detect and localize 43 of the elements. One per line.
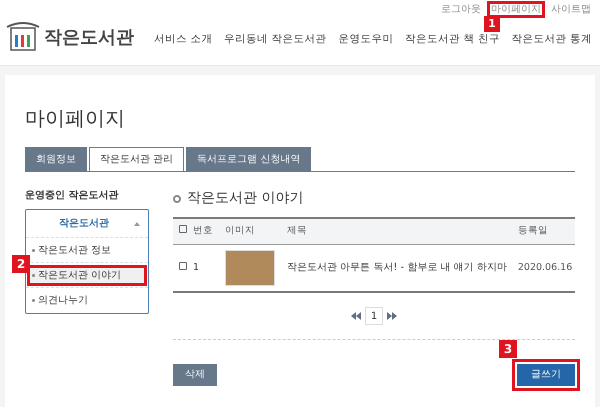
callout-badge: 1 — [484, 16, 500, 32]
last-page-icon[interactable] — [387, 312, 397, 320]
bullet-icon — [32, 299, 35, 302]
checkbox[interactable] — [179, 262, 187, 270]
sidebar-item[interactable]: 작은도서관 정보 — [30, 242, 114, 258]
bullet-icon — [32, 248, 35, 252]
delete-button[interactable]: 삭제 — [173, 364, 217, 386]
column-header: 등록일 — [518, 218, 575, 244]
util-link[interactable]: 로그아웃 — [440, 4, 482, 15]
caret-icon[interactable] — [134, 222, 140, 226]
write-button[interactable]: 글쓰기 — [517, 364, 575, 386]
callout-badge: 2 — [12, 255, 30, 273]
tab[interactable]: 독서프로그램 신청내역 — [186, 147, 312, 171]
sidebar-item[interactable]: 의견나누기 — [30, 293, 90, 308]
logo-text: 작은도서관 — [44, 26, 134, 50]
page-title: 마이페이지 — [25, 105, 126, 132]
nav-link[interactable]: 서비스 소개 — [154, 32, 212, 48]
library-logo-icon — [6, 19, 40, 51]
circle-bullet-icon — [173, 194, 181, 202]
first-page-icon[interactable] — [351, 312, 361, 320]
callout-badge: 3 — [499, 340, 517, 358]
section-title: 작은도서관 이야기 — [187, 189, 304, 208]
nav-link[interactable]: 우리동네 작은도서관 — [224, 32, 326, 48]
photo-placeholder — [225, 250, 275, 286]
nav-link[interactable]: 운영도우미 — [338, 32, 394, 48]
nav-link[interactable]: 작은도서관 책 친구 — [405, 32, 500, 48]
column-header: 번호 — [193, 218, 225, 244]
checkbox[interactable] — [179, 225, 187, 234]
tab[interactable]: 회원정보 — [25, 147, 87, 171]
table-cell: 2020.06.16 — [518, 244, 575, 292]
bullet-icon — [32, 274, 35, 276]
util-link[interactable]: 마이페이지 — [490, 4, 542, 15]
column-header: 제목 — [287, 218, 518, 244]
column-header: 이미지 — [225, 218, 287, 244]
nav-link[interactable]: 작은도서관 통계 — [512, 32, 592, 48]
tab[interactable]: 작은도서관 관리 — [89, 147, 184, 171]
sidebar-menu-title[interactable]: 작은도서관 — [34, 216, 134, 231]
sidebar-heading: 운영중인 작은도서관 — [25, 189, 120, 203]
sidebar-item[interactable]: 작은도서관 이야기 — [30, 268, 144, 282]
post-title-link[interactable]: 작은도서관 아무튼 독서! - 함부로 내 얘기 하지마 — [287, 244, 518, 292]
table-cell: 1 — [193, 244, 225, 292]
util-link[interactable]: 사이트맵 — [550, 4, 592, 15]
page-button[interactable]: 1 — [365, 307, 383, 325]
